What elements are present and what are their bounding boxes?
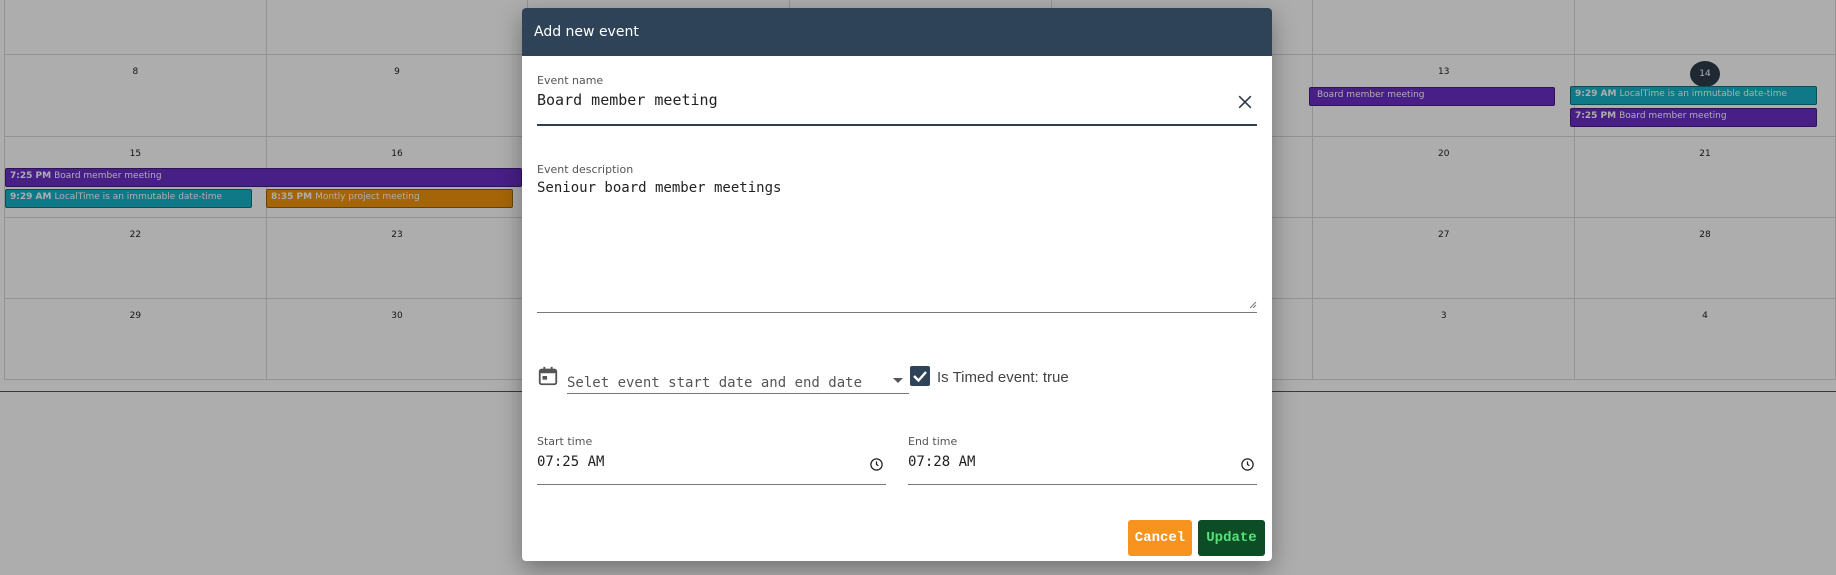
- end-time-input[interactable]: 07:28 AM: [908, 454, 1257, 470]
- dialog-title: Add new event: [522, 8, 1272, 56]
- event-description-textarea[interactable]: Seniour board member meetings: [537, 180, 1257, 196]
- close-icon[interactable]: [1235, 92, 1255, 112]
- event-name-input[interactable]: Board member meeting: [537, 91, 1257, 109]
- add-event-dialog: Add new event Event name Board member me…: [522, 8, 1272, 561]
- start-time-label: Start time: [537, 435, 593, 448]
- event-name-field[interactable]: Event name Board member meeting: [537, 74, 1257, 126]
- start-time-field[interactable]: Start time 07:25 AM: [537, 435, 886, 485]
- resize-handle-icon[interactable]: [1249, 301, 1257, 309]
- start-time-input[interactable]: 07:25 AM: [537, 454, 886, 470]
- update-button[interactable]: Update: [1198, 520, 1265, 556]
- clock-icon[interactable]: [1240, 457, 1255, 472]
- date-range-select[interactable]: Selet event start date and end date: [567, 368, 909, 394]
- checkmark-icon: [913, 371, 927, 383]
- event-description-field[interactable]: Event description Seniour board member m…: [537, 163, 1257, 313]
- event-name-label: Event name: [537, 74, 604, 87]
- date-range-placeholder: Selet event start date and end date: [567, 375, 863, 391]
- clock-icon[interactable]: [869, 457, 884, 472]
- chevron-down-icon[interactable]: [893, 378, 903, 383]
- end-time-label: End time: [908, 435, 958, 448]
- cancel-button[interactable]: Cancel: [1128, 520, 1192, 556]
- end-time-field[interactable]: End time 07:28 AM: [908, 435, 1257, 485]
- timed-event-checkbox[interactable]: [910, 366, 930, 386]
- event-description-label: Event description: [537, 163, 634, 176]
- timed-event-label[interactable]: Is Timed event: true: [937, 369, 1069, 386]
- calendar-icon[interactable]: [537, 365, 559, 387]
